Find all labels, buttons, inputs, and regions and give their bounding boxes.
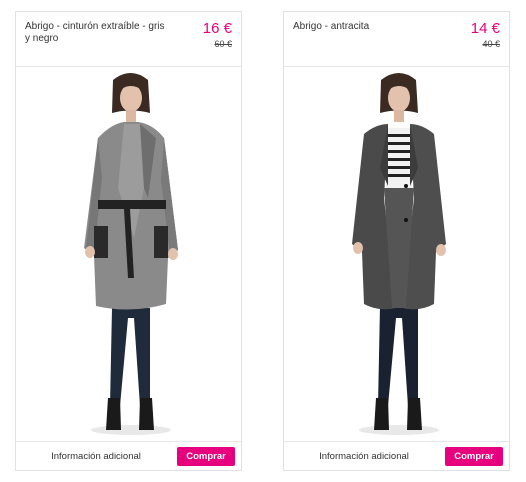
model-photo-grey-belted-coat: [84, 73, 178, 435]
product-title[interactable]: Abrigo - cinturón extraíble - gris y neg…: [25, 21, 165, 45]
buy-button[interactable]: Comprar: [177, 447, 235, 466]
product-card-header: Abrigo - cinturón extraíble - gris y neg…: [16, 12, 241, 67]
product-image[interactable]: [284, 68, 509, 440]
additional-info-link[interactable]: Información adicional: [16, 451, 176, 462]
model-photo-anthracite-coat: [352, 73, 446, 435]
product-old-price: 40 €: [482, 39, 500, 49]
product-title[interactable]: Abrigo - antracita: [293, 21, 433, 33]
product-card-header: Abrigo - antracita 14 € 40 €: [284, 12, 509, 67]
product-card-footer: Información adicional Comprar: [16, 441, 241, 472]
buy-button[interactable]: Comprar: [445, 447, 503, 466]
product-price: 16 €: [202, 20, 232, 37]
product-card: Abrigo - antracita 14 € 40 € Información…: [283, 11, 510, 471]
product-image[interactable]: [16, 68, 241, 440]
product-old-price: 60 €: [214, 39, 232, 49]
product-card: Abrigo - cinturón extraíble - gris y neg…: [15, 11, 242, 471]
additional-info-link[interactable]: Información adicional: [284, 451, 444, 462]
product-price: 14 €: [470, 20, 500, 37]
product-card-footer: Información adicional Comprar: [284, 441, 509, 472]
